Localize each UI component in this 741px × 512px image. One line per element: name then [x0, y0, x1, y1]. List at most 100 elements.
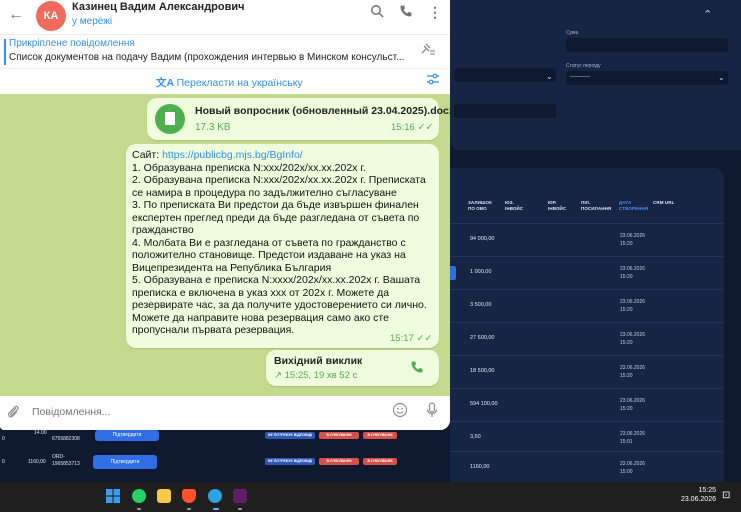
call-meta: ↗ 15:25, 19 хв 52 с: [274, 370, 358, 381]
status-filter-label: Статус періоду: [566, 63, 601, 69]
microphone-icon[interactable]: [426, 402, 438, 421]
row-cell: 0: [2, 459, 5, 465]
text-message[interactable]: Сайт: https://publicbg.mjs.bg/BgInfo/ 1.…: [126, 144, 439, 348]
table-row[interactable]: 0 1160,00 ORD-1965853713 Підтвердити НЕ …: [0, 452, 450, 474]
double-check-icon: ✓✓: [417, 122, 434, 133]
row-sum: 3 500,00: [470, 302, 492, 308]
row-date: 23.06.2026 15:20: [620, 233, 646, 247]
search-icon[interactable]: [370, 4, 384, 21]
table-row[interactable]: 1 000,00 23.06.2026 15:20: [450, 256, 724, 289]
col-header-crm-url: CRM URL: [653, 200, 675, 205]
running-indicator: [137, 508, 141, 510]
slack-icon[interactable]: [233, 489, 247, 503]
table-row[interactable]: 3 500,00 23.06.2026 15:20: [450, 289, 724, 322]
status-badge: В ОЧІКУВАННІ: [319, 432, 359, 439]
brave-browser-icon[interactable]: [182, 489, 196, 503]
message-input[interactable]: [32, 406, 352, 418]
active-indicator: [213, 508, 219, 510]
whatsapp-icon[interactable]: [132, 489, 146, 503]
call-message[interactable]: Вихідний виклик ↗ 15:25, 19 хв 52 с: [266, 350, 439, 386]
file-message[interactable]: Новый вопросник (обновленный 23.04.2025)…: [147, 98, 450, 140]
status-filter-value: ----------: [570, 74, 590, 80]
pinned-accent-bar: [4, 39, 6, 65]
col-header-invoice-2: ЮР. ІНВОЙС: [548, 200, 567, 211]
table-row[interactable]: 3,50 23.06.2026 15:01: [450, 421, 724, 454]
call-title: Вихідний виклик: [274, 355, 363, 367]
back-arrow-icon[interactable]: ←: [8, 6, 24, 24]
contact-status: у мережі: [72, 16, 113, 27]
file-name: Новый вопросник (обновленный 23.04.2025)…: [195, 105, 450, 117]
status-badge: В ОЧІКУВАННІ: [363, 432, 397, 439]
pinned-text: Список документов на подачу Вадим (прохо…: [9, 52, 405, 63]
notification-icon[interactable]: ⊡: [722, 490, 730, 501]
double-check-icon: ✓✓: [416, 333, 433, 344]
row-sum: 594 100,00: [470, 401, 498, 407]
message-composer: [0, 396, 450, 430]
clock-time[interactable]: 15:25: [686, 487, 716, 494]
row-sum: 3,50: [470, 434, 481, 440]
message-line: 3. По преписката Ви предстои да бъде изв…: [132, 199, 420, 236]
confirm-button[interactable]: Підтвердити: [93, 455, 157, 469]
message-line: 2. Образувана преписка N:xxx/202x/xx.xx.…: [132, 174, 426, 199]
row-sum: 1160,00: [470, 464, 490, 470]
row-date: 23.06.2026 15:20: [620, 266, 646, 280]
table-row[interactable]: 18 500,00 23.06.2026 15:20: [450, 355, 724, 388]
collapse-chevron-icon[interactable]: ⌃: [703, 8, 712, 21]
file-explorer-icon[interactable]: [157, 489, 171, 503]
pinned-title: Прикріплене повідомлення: [9, 38, 135, 49]
sum-filter-input[interactable]: [566, 38, 728, 52]
confirm-button[interactable]: Підтвердити: [95, 430, 159, 441]
message-line: 1. Образувана преписка N:xxx/202x/xx.xx.…: [132, 161, 366, 174]
row-date: 23.06.2026 15:20: [620, 332, 646, 346]
pinned-message[interactable]: Прикріплене повідомлення Список документ…: [0, 34, 450, 68]
chat-header: ← КА Казинец Вадим Александрович у мереж…: [0, 0, 450, 34]
row-order-id: ORD-1965853713: [52, 454, 80, 467]
attach-paperclip-icon[interactable]: [6, 403, 20, 422]
table-row[interactable]: 0 14.00 6755882308 Підтвердити НЕ ПОТРЕБ…: [0, 430, 450, 452]
chat-area[interactable]: Новый вопросник (обновленный 23.04.2025)…: [0, 94, 450, 396]
avatar[interactable]: КА: [36, 1, 66, 31]
row-sum: 27 600,00: [470, 335, 495, 341]
status-filter-select[interactable]: ----------: [566, 71, 728, 85]
row-sum: 18 500,00: [470, 368, 495, 374]
more-vertical-icon[interactable]: ⋮: [428, 4, 442, 21]
table-row[interactable]: 27 600,00 23.06.2026 15:20: [450, 322, 724, 355]
message-time: 15:16 ✓✓: [391, 122, 434, 133]
row-amount: 1160,00: [28, 459, 46, 465]
telegram-window: ← КА Казинец Вадим Александрович у мереж…: [0, 0, 450, 430]
phone-icon[interactable]: [399, 4, 413, 21]
telegram-icon[interactable]: [208, 489, 222, 503]
emoji-icon[interactable]: [392, 402, 408, 422]
chevron-down-icon: ⌄: [546, 72, 553, 81]
outgoing-arrow-icon: ↗: [274, 370, 285, 381]
windows-start-icon[interactable]: [106, 489, 120, 503]
clock-date[interactable]: 23.06.2026: [670, 496, 716, 503]
chevron-down-icon: ⌄: [718, 73, 725, 82]
col-header-created-date[interactable]: ДАТА СТВОРЕННЯ: [619, 200, 649, 212]
row-date: 23.06.2026 15:00: [620, 461, 646, 475]
row-sum: 1 000,00: [470, 269, 492, 275]
document-file-icon[interactable]: [155, 104, 185, 134]
row-date: 23.06.2026 15:20: [620, 398, 646, 412]
left-filter-select[interactable]: [454, 68, 556, 82]
running-indicator: [187, 508, 191, 510]
message-line: 5. Образувана е преписка N:xxxx/202x/xx.…: [132, 274, 427, 336]
site-link[interactable]: https://publicbg.mjs.bg/BgInfo/: [162, 149, 303, 161]
contact-name[interactable]: Казинец Вадим Александрович: [72, 1, 245, 13]
translate-button[interactable]: 文A Перекласти на українську: [156, 75, 303, 90]
link-prefix: Сайт:: [132, 149, 163, 161]
crm-orders-table: ЗАЛИШОК ПО ОВО ЮЗ. ІНВОЙС ЮР. ІНВОЙС ПІЛ…: [450, 168, 724, 482]
left-filter-input-2[interactable]: [454, 104, 556, 118]
phone-icon[interactable]: [410, 360, 424, 377]
translate-settings-icon[interactable]: [426, 73, 440, 88]
translate-icon: 文A: [156, 77, 177, 89]
col-header-balance: ЗАЛИШОК ПО ОВО: [468, 200, 492, 211]
status-badge: В ОЧІКУВАННІ: [319, 458, 359, 465]
translate-label: Перекласти на українську: [176, 77, 303, 89]
table-row[interactable]: 94 000,00 23.06.2026 15:20: [450, 223, 724, 256]
col-header-link: ПІЛ. ПОСИЛАННЯ: [581, 200, 612, 211]
pin-list-icon[interactable]: [420, 43, 436, 60]
table-row[interactable]: 1160,00 23.06.2026 15:00: [450, 451, 724, 484]
row-date: 23.06.2026 15:01: [620, 431, 646, 445]
table-row[interactable]: 594 100,00 23.06.2026 15:20: [450, 388, 724, 421]
